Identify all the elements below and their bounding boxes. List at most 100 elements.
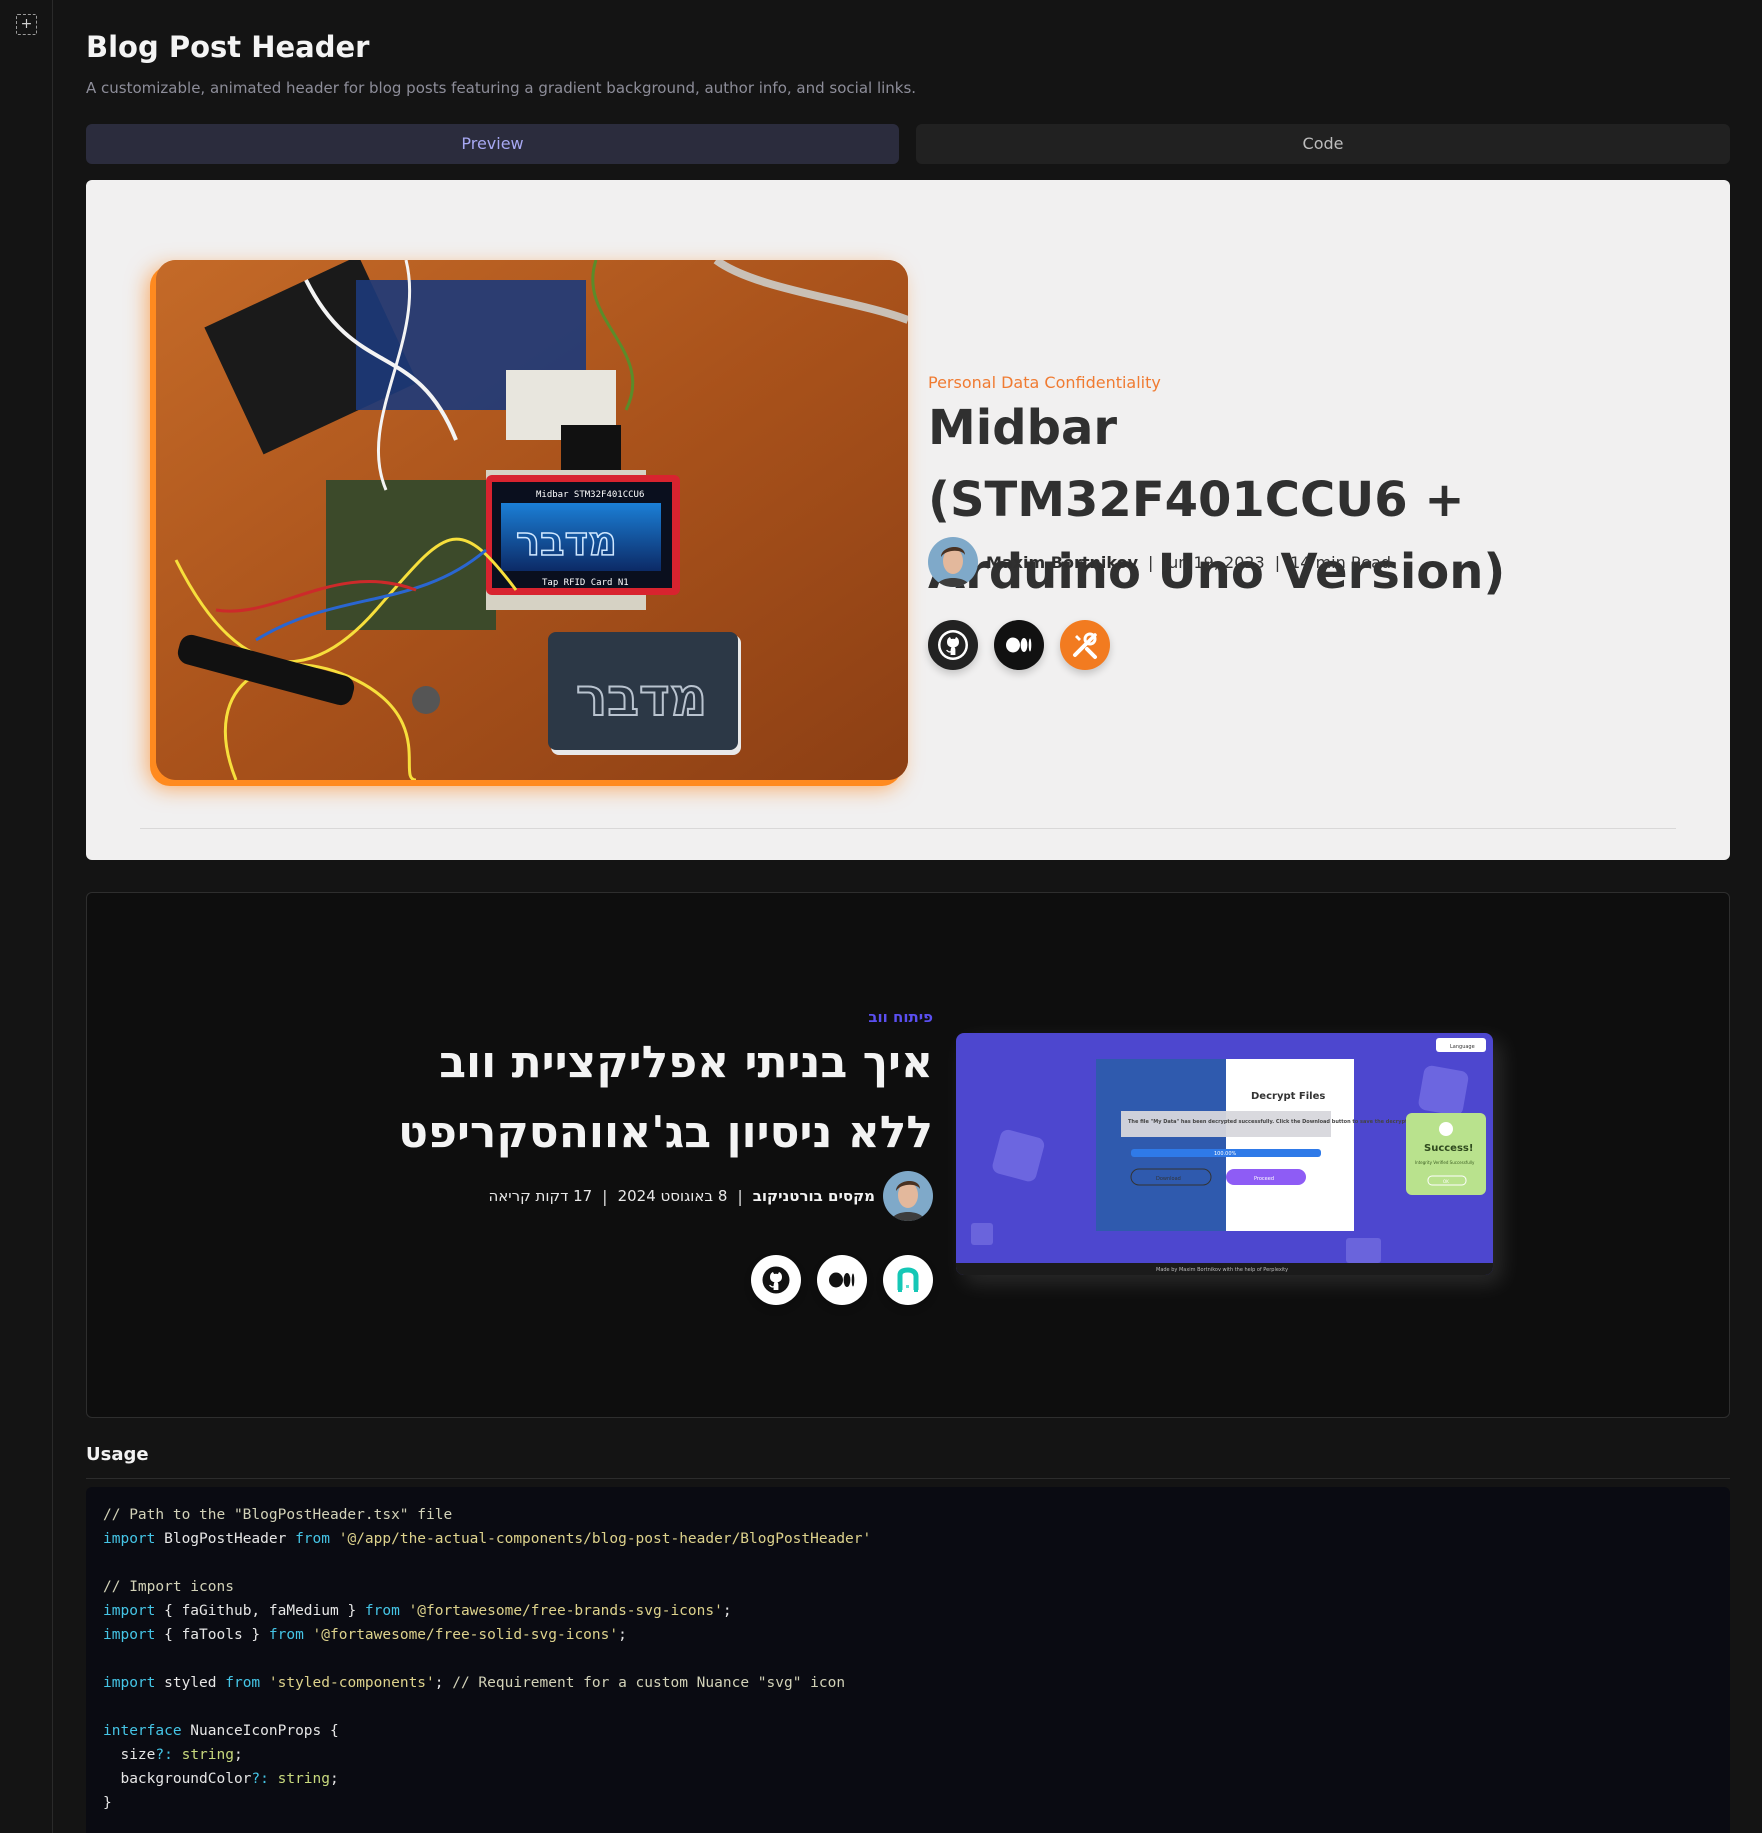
code-line: // Import icons	[103, 1575, 1713, 1599]
page-title: Blog Post Header	[86, 30, 370, 64]
read-time: 17 דקות קריאה	[488, 1187, 593, 1205]
hero-display-top-text: Midbar STM32F401CCU6	[536, 490, 644, 500]
success-text: Integrity Verified Successfully	[1415, 1160, 1475, 1165]
tab-preview[interactable]: Preview	[86, 124, 899, 164]
hero-screen-text: מדבר	[516, 519, 617, 565]
code-token: // Requirement for a custom Nuance "svg"…	[452, 1675, 846, 1691]
code-token: BlogPostHeader	[155, 1531, 296, 1547]
code-token: ;	[434, 1675, 453, 1691]
code-line: import BlogPostHeader from '@/app/the-ac…	[103, 1527, 1713, 1551]
preview-light-card: Midbar STM32F401CCU6 מדבר Tap RFID Card …	[86, 180, 1730, 860]
code-token: import	[103, 1603, 156, 1619]
code-token: from	[268, 1627, 304, 1643]
code-token: size	[103, 1747, 156, 1763]
code-line: interface NuanceIconProps {	[103, 1719, 1713, 1743]
code-token: NuanceIconProps {	[181, 1723, 339, 1739]
usage-heading: Usage	[86, 1444, 149, 1465]
post-title: איך בניתי אפליקציית ווב ללא ניסיון בג'או…	[398, 1037, 933, 1158]
code-token: from	[364, 1603, 400, 1619]
screenshot-footer-text: Made by Maxim Bortnikov with the help of…	[1156, 1267, 1288, 1273]
code-token: ;	[233, 1747, 243, 1763]
code-line: size?: string;	[103, 1743, 1713, 1767]
code-token: interface	[103, 1723, 182, 1739]
download-button-text: Download	[1156, 1176, 1181, 1182]
author-row: Maxim Bortnikov | Jun 19, 2023 | 14 min …	[928, 537, 1391, 587]
code-token: // Import icons	[103, 1579, 234, 1595]
code-token: // Path to the "BlogPostHeader.tsx" file	[103, 1507, 453, 1523]
success-button-text: OK	[1443, 1179, 1449, 1184]
code-block[interactable]: // Path to the "BlogPostHeader.tsx" file…	[86, 1487, 1730, 1833]
code-token: ;	[722, 1603, 732, 1619]
code-token: styled	[155, 1675, 226, 1691]
read-time: 14 min Read	[1290, 552, 1392, 572]
separator: |	[737, 1186, 743, 1206]
code-token: '@/app/the-actual-components/blog-post-h…	[338, 1531, 872, 1547]
github-icon[interactable]	[928, 620, 978, 670]
hero-image: Midbar STM32F401CCU6 מדבר Tap RFID Card …	[156, 260, 908, 780]
hero-screenshot: Language Decrypt Files The file "My Data…	[956, 1033, 1493, 1275]
progress-text: 100.00%	[1214, 1151, 1236, 1157]
code-line: import styled from 'styled-components'; …	[103, 1671, 1713, 1695]
avatar	[928, 537, 978, 587]
success-title-text: Success!	[1424, 1143, 1473, 1154]
code-token: import	[103, 1531, 156, 1547]
code-line: // Path to the "BlogPostHeader.tsx" file	[103, 1503, 1713, 1527]
side-rail: +	[0, 0, 53, 1833]
message-text: The file "My Data" has been decrypted su…	[1128, 1119, 1427, 1125]
proceed-button-text: Proceed	[1254, 1176, 1274, 1182]
code-token: import	[103, 1627, 156, 1643]
sidebar-expand-icon[interactable]: +	[16, 14, 37, 35]
author-row: מקסים בורטניקוב | 8 באוגוסט 2024 | 17 דק…	[488, 1171, 933, 1221]
code-token: backgroundColor	[103, 1771, 252, 1787]
medium-icon[interactable]	[994, 620, 1044, 670]
author-name[interactable]: מקסים בורטניקוב	[753, 1187, 875, 1205]
post-date: Jun 19, 2023	[1163, 552, 1265, 572]
author-name[interactable]: Maxim Bortnikov	[986, 553, 1138, 572]
code-token: '@fortawesome/free-solid-svg-icons'	[312, 1627, 619, 1643]
code-token: { faTools }	[155, 1627, 269, 1643]
tab-code[interactable]: Code	[916, 124, 1730, 164]
separator: |	[1148, 552, 1154, 572]
post-category: פיתוח ווב	[868, 1008, 933, 1026]
code-token: }	[103, 1795, 112, 1811]
divider	[140, 828, 1676, 829]
tools-icon[interactable]	[1060, 620, 1110, 670]
code-line: import { faGithub, faMedium } from '@for…	[103, 1599, 1713, 1623]
nuance-icon[interactable]	[883, 1255, 933, 1305]
language-button-text: Language	[1450, 1044, 1475, 1050]
code-token: 'styled-components'	[268, 1675, 435, 1691]
code-token: ;	[330, 1771, 339, 1787]
preview-dark-card: פיתוח ווב איך בניתי אפליקציית ווב ללא ני…	[86, 892, 1730, 1418]
hero-card-text: מדבר	[576, 668, 707, 728]
social-links	[751, 1255, 933, 1305]
social-links	[928, 620, 1110, 670]
post-date: 8 באוגוסט 2024	[617, 1187, 728, 1205]
panel-title-text: Decrypt Files	[1251, 1091, 1325, 1102]
medium-icon[interactable]	[817, 1255, 867, 1305]
separator: |	[1274, 552, 1281, 572]
github-icon[interactable]	[751, 1255, 801, 1305]
separator: |	[602, 1186, 608, 1206]
code-token: '@fortawesome/free-brands-svg-icons'	[408, 1603, 723, 1619]
code-token: ;	[618, 1627, 627, 1643]
code-token: ?:	[251, 1771, 269, 1787]
post-category: Personal Data Confidentiality	[928, 373, 1161, 392]
code-token: import	[103, 1675, 156, 1691]
page-subtitle: A customizable, animated header for blog…	[86, 79, 917, 97]
code-line: backgroundColor?: string;	[103, 1767, 1713, 1791]
code-token: string	[277, 1771, 330, 1787]
code-token: ?:	[155, 1747, 173, 1763]
code-token: { faGithub, faMedium }	[155, 1603, 365, 1619]
avatar	[883, 1171, 933, 1221]
divider	[86, 1478, 1730, 1479]
code-line: }	[103, 1791, 1713, 1815]
hero-display-bottom-text: Tap RFID Card N1	[542, 578, 629, 588]
code-token: from	[295, 1531, 330, 1547]
